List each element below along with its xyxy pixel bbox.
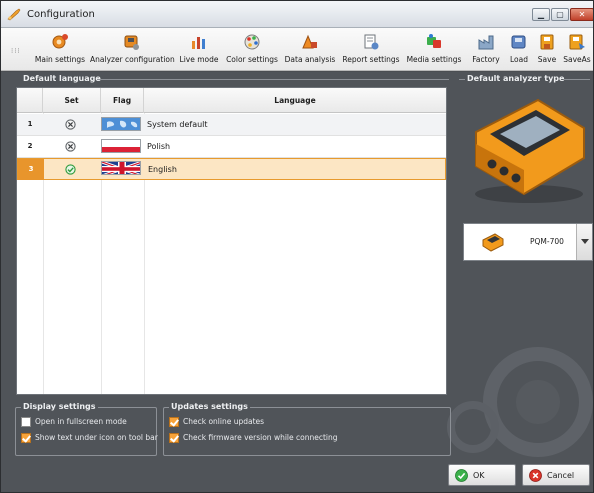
media-settings-label: Media settings xyxy=(406,55,462,64)
save-as-button[interactable]: SaveAs xyxy=(563,30,591,68)
report-settings-label: Report settings xyxy=(342,55,400,64)
table-row[interactable]: 2 Polish xyxy=(17,136,446,158)
main-settings-label: Main settings xyxy=(34,55,86,64)
analyzer-device-image xyxy=(475,98,585,203)
default-language-divider xyxy=(97,79,449,80)
maximize-button[interactable]: ▢ xyxy=(551,8,569,21)
title-bar: Configuration ▁ ▢ ✕ xyxy=(1,1,593,28)
analyzer-dropdown-button[interactable] xyxy=(576,224,592,260)
color-settings-label: Color settings xyxy=(226,55,278,64)
live-mode-button[interactable]: Live mode xyxy=(180,30,218,68)
maximize-icon: ▢ xyxy=(556,10,564,19)
configuration-window: Configuration ▁ ▢ ✕ ⁞⁞⁞ Main settings An… xyxy=(0,0,594,493)
save-icon xyxy=(540,34,554,50)
analyzer-type-divider xyxy=(459,79,465,80)
column-header-language[interactable]: Language xyxy=(144,88,446,113)
check-firmware-version-label: Check firmware version while connecting xyxy=(183,433,338,442)
save-button[interactable]: Save xyxy=(535,30,559,68)
color-settings-icon xyxy=(244,34,260,50)
close-button[interactable]: ✕ xyxy=(570,8,593,21)
toolbar-grip-icon[interactable]: ⁞⁞⁞ xyxy=(11,47,21,55)
display-settings-title: Display settings xyxy=(21,402,98,411)
chevron-down-icon xyxy=(581,239,589,244)
main-settings-button[interactable]: Main settings xyxy=(35,30,85,68)
row-number: 1 xyxy=(27,120,33,128)
language-name: System default xyxy=(147,120,208,129)
toolbar: ⁞⁞⁞ Main settings Analyzer configuration xyxy=(1,28,593,71)
save-as-icon xyxy=(569,34,585,50)
cancel-icon xyxy=(529,469,542,482)
language-name: Polish xyxy=(147,142,171,151)
load-icon xyxy=(511,35,526,49)
data-analysis-button[interactable]: Data analysis xyxy=(285,30,335,68)
data-analysis-icon xyxy=(302,34,317,49)
analyzer-type-title: Default analyzer type xyxy=(467,74,565,83)
live-mode-label: Live mode xyxy=(179,55,219,64)
close-icon: ✕ xyxy=(578,10,586,19)
world-flag-icon xyxy=(101,117,141,131)
updates-settings-title: Updates settings xyxy=(169,402,250,411)
column-header-flag[interactable]: Flag xyxy=(101,88,144,113)
data-analysis-label: Data analysis xyxy=(284,55,336,64)
load-button[interactable]: Load xyxy=(507,30,531,68)
media-settings-button[interactable]: Media settings xyxy=(407,30,461,68)
ok-label: OK xyxy=(473,471,485,480)
show-text-under-icon-label: Show text under icon on tool bar xyxy=(35,433,158,442)
check-online-updates-checkbox[interactable] xyxy=(169,417,179,427)
main-settings-icon xyxy=(52,34,68,49)
fullscreen-mode-checkbox[interactable] xyxy=(21,417,31,427)
not-set-icon xyxy=(65,141,76,152)
save-as-label: SaveAs xyxy=(563,55,591,64)
fullscreen-mode-option[interactable]: Open in fullscreen mode xyxy=(21,416,151,428)
poland-flag-icon xyxy=(101,139,141,153)
column-header-index xyxy=(17,88,43,113)
gears-background-icon xyxy=(447,347,593,457)
window-title: Configuration xyxy=(27,9,95,20)
language-name: English xyxy=(148,165,177,174)
show-text-under-icon-checkbox[interactable] xyxy=(21,433,31,443)
factory-label: Factory xyxy=(472,55,500,64)
language-grid: Set Flag Language 1 System default 2 Pol… xyxy=(16,87,447,395)
analyzer-thumbnail-icon xyxy=(482,233,504,252)
row-number: 3 xyxy=(18,159,44,180)
table-row[interactable]: 1 System default xyxy=(17,114,446,136)
show-text-under-icon-option[interactable]: Show text under icon on tool bar xyxy=(21,432,158,444)
check-firmware-version-option[interactable]: Check firmware version while connecting xyxy=(169,432,369,444)
analyzer-type-select[interactable]: PQM-700 xyxy=(463,223,593,261)
analyzer-configuration-icon xyxy=(124,35,139,50)
analyzer-type-divider xyxy=(564,79,590,80)
report-settings-button[interactable]: Report settings xyxy=(342,30,400,68)
analyzer-configuration-button[interactable]: Analyzer configuration xyxy=(90,30,175,68)
check-firmware-version-checkbox[interactable] xyxy=(169,433,179,443)
not-set-icon xyxy=(65,119,76,130)
default-language-title: Default language xyxy=(23,74,101,83)
factory-button[interactable]: Factory xyxy=(471,30,501,68)
ok-button[interactable]: OK xyxy=(448,464,516,486)
report-settings-icon xyxy=(364,34,379,50)
app-logo-icon xyxy=(7,8,21,21)
analyzer-type-value: PQM-700 xyxy=(530,237,564,246)
fullscreen-mode-label: Open in fullscreen mode xyxy=(35,417,127,426)
factory-icon xyxy=(478,35,494,50)
table-row[interactable]: 3 English xyxy=(17,158,446,180)
check-online-updates-option[interactable]: Check online updates xyxy=(169,416,309,428)
analyzer-configuration-label: Analyzer configuration xyxy=(90,55,175,64)
cancel-button[interactable]: Cancel xyxy=(522,464,590,486)
cancel-label: Cancel xyxy=(547,471,575,480)
live-mode-icon xyxy=(192,37,205,49)
minimize-button[interactable]: ▁ xyxy=(532,8,550,21)
set-checkmark-icon xyxy=(65,164,76,175)
minimize-icon: ▁ xyxy=(537,10,545,19)
row-number: 2 xyxy=(27,142,33,150)
color-settings-button[interactable]: Color settings xyxy=(226,30,278,68)
ok-checkmark-icon xyxy=(455,469,468,482)
grid-header: Set Flag Language xyxy=(17,88,446,113)
check-online-updates-label: Check online updates xyxy=(183,417,265,426)
column-header-set[interactable]: Set xyxy=(43,88,101,113)
media-settings-icon xyxy=(427,34,441,48)
united-kingdom-flag-icon xyxy=(101,161,141,175)
